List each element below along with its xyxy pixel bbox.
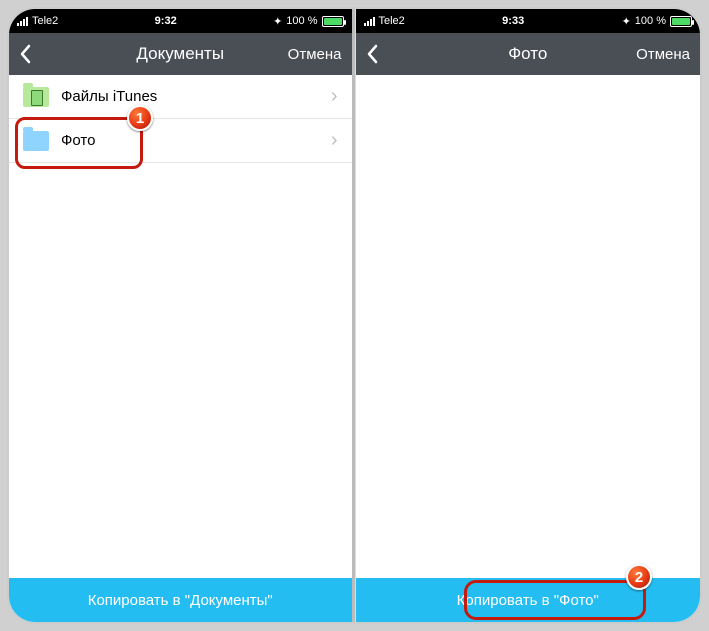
navbar: Документы Отмена <box>9 33 352 75</box>
copy-to-photo-button[interactable]: Копировать в "Фото" <box>356 578 701 622</box>
list-item-label: Файлы iTunes <box>61 88 331 105</box>
back-button[interactable] <box>19 44 39 64</box>
chevron-left-icon <box>366 44 378 64</box>
screen-documents: Tele2 9:32 ✦ 100 % Документы Отмена Файл… <box>9 9 355 622</box>
navbar: Фото Отмена <box>356 33 701 75</box>
battery-icon <box>670 16 692 27</box>
back-button[interactable] <box>366 44 386 64</box>
chevron-left-icon <box>19 44 31 64</box>
cancel-button[interactable]: Отмена <box>636 46 690 63</box>
status-left: Tele2 <box>17 15 58 27</box>
signal-icon <box>17 17 28 26</box>
folder-money-icon <box>23 84 49 110</box>
status-right: ✦ 100 % <box>273 15 343 28</box>
list-item[interactable]: Фото › <box>9 119 352 163</box>
bluetooth-icon: ✦ <box>273 15 282 28</box>
status-bar: Tele2 9:32 ✦ 100 % <box>9 9 352 33</box>
battery-percent: 100 % <box>286 15 317 27</box>
empty-area <box>356 75 701 578</box>
chevron-right-icon: › <box>331 85 338 108</box>
list-item[interactable]: Файлы iTunes › <box>9 75 352 119</box>
clock: 9:32 <box>58 15 273 27</box>
folder-list: Файлы iTunes › Фото › <box>9 75 352 163</box>
bluetooth-icon: ✦ <box>622 15 631 28</box>
copy-to-documents-button[interactable]: Копировать в "Документы" <box>9 578 352 622</box>
carrier-label: Tele2 <box>379 15 405 27</box>
battery-icon <box>322 16 344 27</box>
battery-percent: 100 % <box>635 15 666 27</box>
list-item-label: Фото <box>61 132 331 149</box>
dual-screenshot-frame: Tele2 9:32 ✦ 100 % Документы Отмена Файл… <box>7 7 702 624</box>
empty-area <box>9 163 352 578</box>
status-right: ✦ 100 % <box>622 15 692 28</box>
status-left: Tele2 <box>364 15 405 27</box>
folder-icon <box>23 128 49 154</box>
signal-icon <box>364 17 375 26</box>
status-bar: Tele2 9:33 ✦ 100 % <box>356 9 701 33</box>
carrier-label: Tele2 <box>32 15 58 27</box>
cancel-button[interactable]: Отмена <box>288 46 342 63</box>
chevron-right-icon: › <box>331 129 338 152</box>
clock: 9:33 <box>405 15 622 27</box>
screen-photo: Tele2 9:33 ✦ 100 % Фото Отмена Копироват… <box>355 9 701 622</box>
